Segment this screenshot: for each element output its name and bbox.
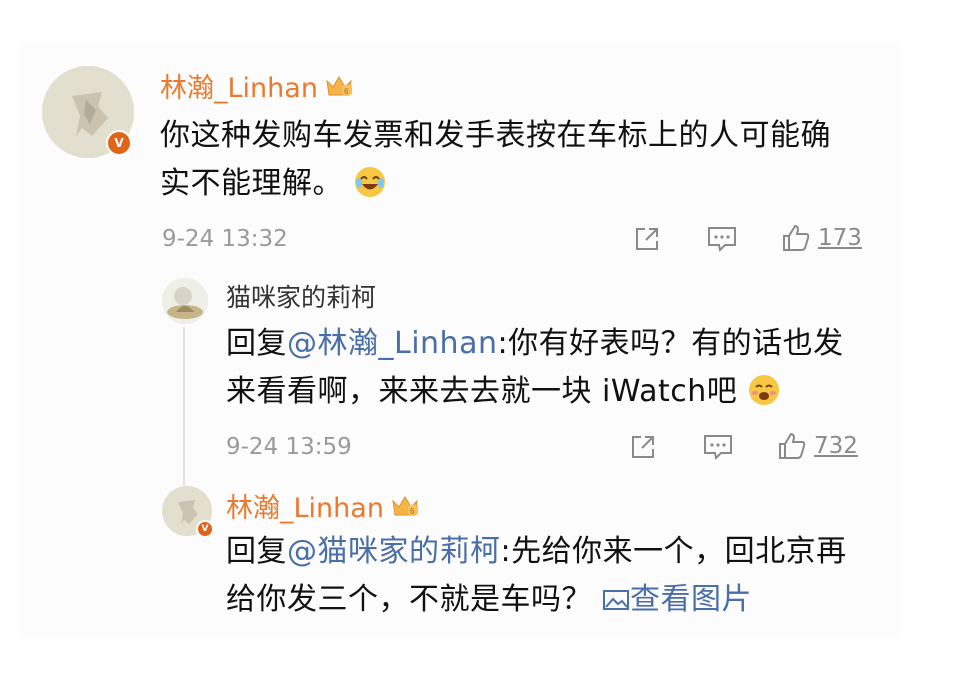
comment-icon xyxy=(708,227,736,253)
thumbs-up-icon xyxy=(783,224,810,251)
username-text[interactable]: 猫咪家的莉柯 xyxy=(226,278,376,314)
reply-username[interactable]: 林瀚_Linhan 6 xyxy=(226,486,420,525)
comment-icon xyxy=(704,435,732,461)
reply-prefix: 回复 xyxy=(226,326,287,361)
reply-text: 回复@猫咪家的莉柯:先给你来一个，回北京再给你发三个，不就是车吗？ 查看图片 xyxy=(226,528,866,624)
reply-prefix: 回复 xyxy=(226,534,287,569)
comment-timestamp: 9-24 13:32 xyxy=(162,226,288,252)
reply-timestamp: 9-24 13:59 xyxy=(226,434,352,460)
like-count[interactable]: 732 xyxy=(814,433,858,459)
username-text[interactable]: 林瀚_Linhan xyxy=(226,486,384,525)
comment-button[interactable] xyxy=(702,432,734,462)
comment-body: 你这种发购车发票和发手表按在车标上的人可能确实不能理解。 xyxy=(160,118,831,201)
share-icon xyxy=(632,436,654,458)
reply-username[interactable]: 猫咪家的莉柯 xyxy=(226,278,376,314)
verified-badge: V xyxy=(196,520,214,538)
comment-thread: V 林瀚_Linhan 6 你这种发购车发票和发手表按在车标上的人可能确实不能理… xyxy=(20,42,900,638)
svg-text:6: 6 xyxy=(344,87,349,96)
mention-link[interactable]: @猫咪家的莉柯 xyxy=(287,534,501,569)
verified-badge: V xyxy=(106,130,132,156)
view-image-link[interactable]: 查看图片 xyxy=(602,582,752,617)
vip-crown-icon: 6 xyxy=(392,495,418,516)
comment-text: 你这种发购车发票和发手表按在车标上的人可能确实不能理解。 xyxy=(160,112,860,208)
thumbs-up-icon xyxy=(779,432,806,459)
svg-text:6: 6 xyxy=(410,507,415,516)
vip-crown-icon: 6 xyxy=(326,75,352,96)
share-button[interactable] xyxy=(632,224,662,254)
avatar-linhan[interactable]: V xyxy=(42,66,134,158)
avatar-linhan[interactable]: V xyxy=(162,486,214,538)
laughing-tears-emoji-icon xyxy=(355,167,386,197)
reply-text: 回复@林瀚_Linhan:你有好表吗？有的话也发来看看啊，来来去去就一块 iWa… xyxy=(226,320,866,416)
username-text[interactable]: 林瀚_Linhan xyxy=(160,66,318,105)
share-icon xyxy=(636,228,658,250)
comment-username[interactable]: 林瀚_Linhan 6 xyxy=(160,66,354,105)
share-button[interactable] xyxy=(628,432,658,462)
mention-link[interactable]: @林瀚_Linhan xyxy=(287,326,497,361)
image-icon xyxy=(603,590,630,610)
view-image-text[interactable]: 查看图片 xyxy=(630,582,752,617)
like-button[interactable]: 173 xyxy=(780,222,862,254)
like-count[interactable]: 173 xyxy=(818,225,862,251)
blushing-smile-emoji-icon xyxy=(749,375,780,405)
avatar-maomi[interactable] xyxy=(162,278,208,324)
comment-button[interactable] xyxy=(706,224,738,254)
like-button[interactable]: 732 xyxy=(776,430,858,462)
